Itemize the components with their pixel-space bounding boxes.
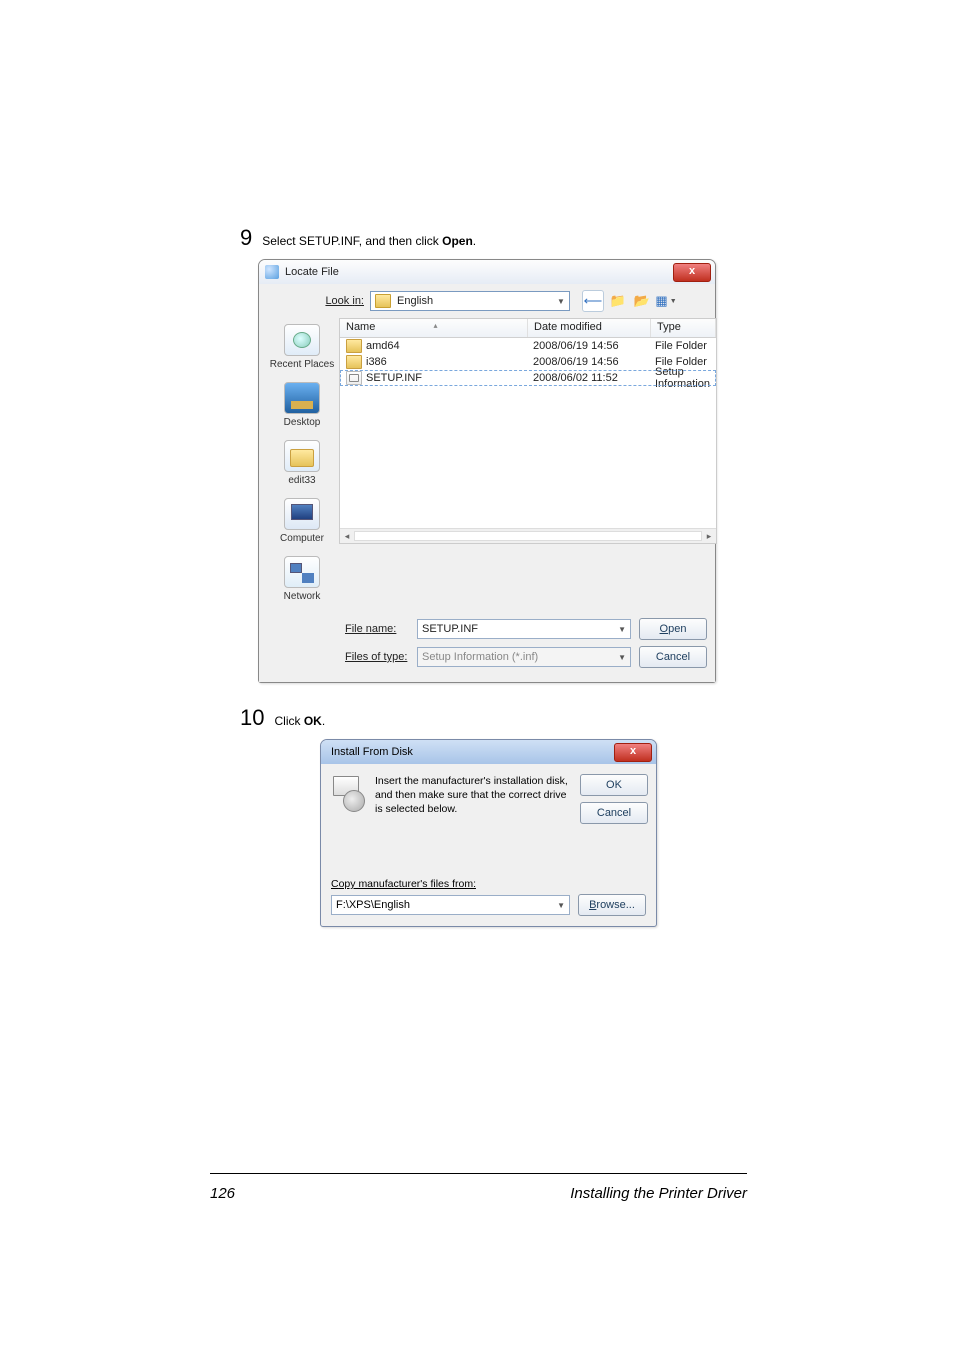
column-date[interactable]: Date modified (528, 319, 651, 337)
places-bar: Recent Places Desktop edit33 Computer Ne… (267, 318, 337, 612)
folder-icon (375, 294, 391, 308)
place-recent[interactable]: Recent Places (267, 322, 337, 376)
footer-rule (210, 1173, 747, 1174)
file-row[interactable]: amd64 2008/06/19 14:56 File Folder (340, 338, 716, 354)
view-menu-button[interactable]: ▦▼ (656, 291, 676, 311)
look-in-combo[interactable]: English ▼ (370, 291, 570, 311)
copy-from-label: Copy manufacturer's files from: (331, 878, 646, 890)
disk-icon (331, 774, 367, 810)
file-type-combo[interactable]: Setup Information (*.inf) ▼ (417, 647, 631, 667)
titlebar[interactable]: Locate File x (259, 260, 715, 284)
close-button[interactable]: x (614, 743, 652, 762)
file-row-selected[interactable]: SETUP.INF 2008/06/02 11:52 Setup Informa… (340, 370, 716, 386)
column-type[interactable]: Type (651, 319, 716, 337)
scroll-left-icon[interactable]: ◂ (340, 531, 354, 542)
dialog-title: Locate File (285, 266, 339, 278)
install-from-disk-dialog: Install From Disk x Insert the manufactu… (320, 739, 657, 927)
locate-file-dialog: Locate File x Look in: English ▼ ⟵ 📁 📂 (258, 259, 716, 683)
up-one-level-button[interactable]: 📁 (608, 291, 628, 311)
inf-file-icon (346, 371, 362, 385)
horizontal-scrollbar[interactable]: ◂ ▸ (340, 528, 716, 543)
file-name-combo[interactable]: SETUP.INF ▼ (417, 619, 631, 639)
close-button[interactable]: x (673, 263, 711, 282)
copy-from-combo[interactable]: F:\XPS\English ▼ (331, 895, 570, 915)
step-number-10: 10 (240, 705, 264, 731)
place-computer[interactable]: Computer (267, 496, 337, 550)
chevron-down-icon: ▼ (618, 625, 626, 634)
step-10: 10 Click OK. (240, 705, 715, 731)
step-9-text: Select SETUP.INF, and then click Open. (262, 234, 476, 248)
page-footer: 126 Installing the Printer Driver (210, 1185, 747, 1202)
open-button[interactable]: Open (639, 618, 707, 640)
close-icon: x (689, 265, 695, 277)
page-number: 126 (210, 1185, 235, 1202)
browse-button[interactable]: Browse... (578, 894, 646, 916)
ok-button[interactable]: OK (580, 774, 648, 796)
step-number-9: 9 (240, 225, 252, 251)
step-10-text: Click OK. (274, 714, 325, 728)
chevron-down-icon: ▼ (618, 653, 626, 662)
file-name-label: File name: (345, 623, 417, 635)
titlebar[interactable]: Install From Disk x (321, 740, 656, 764)
new-folder-button[interactable]: 📂 (632, 291, 652, 311)
dialog-title: Install From Disk (331, 746, 413, 758)
look-in-value: English (397, 295, 433, 307)
scroll-right-icon[interactable]: ▸ (702, 531, 716, 542)
back-button[interactable]: ⟵ (582, 290, 604, 312)
install-message: Insert the manufacturer's installation d… (375, 774, 574, 824)
place-user[interactable]: edit33 (267, 438, 337, 492)
footer-title: Installing the Printer Driver (570, 1185, 747, 1202)
cancel-button[interactable]: Cancel (580, 802, 648, 824)
cancel-button[interactable]: Cancel (639, 646, 707, 668)
folder-icon (346, 339, 362, 353)
column-name[interactable]: Name (340, 319, 528, 337)
place-network[interactable]: Network (267, 554, 337, 608)
chevron-down-icon: ▼ (557, 901, 565, 910)
file-list-header[interactable]: Name Date modified Type (340, 319, 716, 338)
look-in-label: Look in: (322, 295, 364, 307)
place-desktop[interactable]: Desktop (267, 380, 337, 434)
close-icon: x (630, 745, 636, 757)
app-icon (265, 265, 279, 279)
step-9: 9 Select SETUP.INF, and then click Open. (240, 225, 715, 251)
file-list[interactable]: Name Date modified Type amd64 2008/06/19… (339, 318, 717, 544)
folder-icon (346, 355, 362, 369)
file-type-label: Files of type: (345, 651, 417, 663)
chevron-down-icon: ▼ (555, 295, 567, 307)
